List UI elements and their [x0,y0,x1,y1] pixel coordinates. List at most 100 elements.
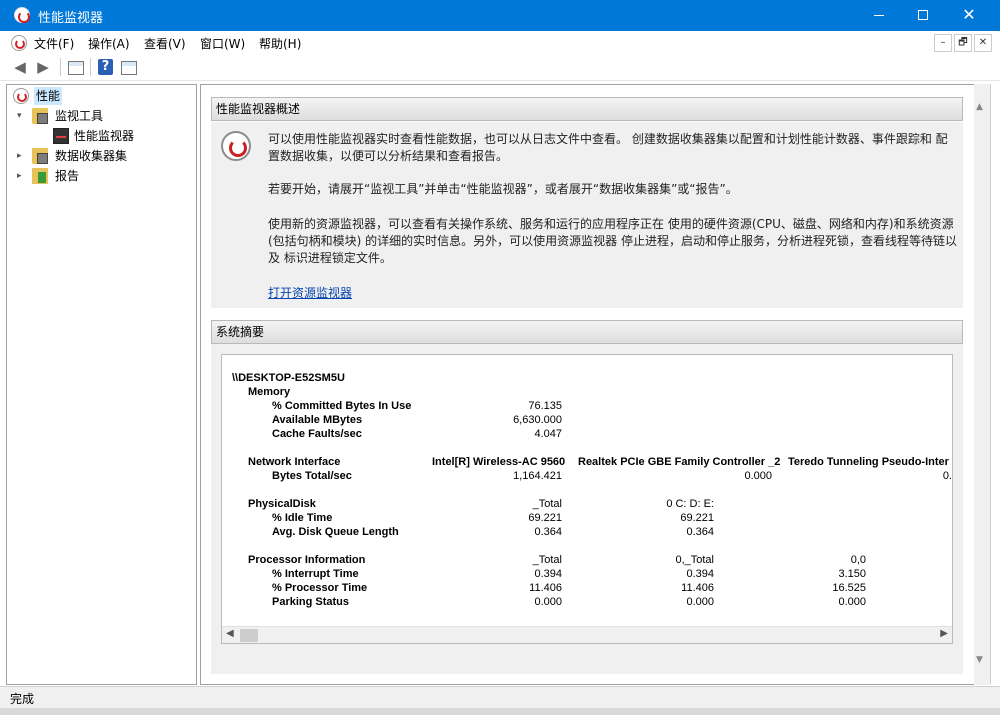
mdi-system-menu-icon[interactable] [11,35,27,51]
counter-value: 69.221 [528,512,562,524]
menu-view[interactable]: 查看(V) [144,35,186,52]
counter-value: 4.047 [534,428,562,440]
status-bar: 完成 [0,686,1000,708]
overview-body: 可以使用性能监视器实时查看性能数据，也可以从日志文件中查看。 创建数据收集器集以… [211,122,963,308]
instance-header: Teredo Tunneling Pseudo-Inter [788,456,949,468]
counter-value: 0.364 [534,526,562,538]
system-summary-table: \\DESKTOP-E52SM5U Memory % Committed Byt… [221,354,953,644]
toolbar-separator [60,58,61,76]
counter-value: 0.394 [534,568,562,580]
tree-item-label: 数据收集器集 [55,149,128,163]
menu-help[interactable]: 帮助(H) [259,35,301,52]
counter-name: Cache Faults/sec [272,428,362,440]
counter-value: 11.406 [681,582,714,594]
summary-body: \\DESKTOP-E52SM5U Memory % Committed Byt… [211,344,963,674]
processor-object: Processor Information [248,554,366,566]
counter-name: Parking Status [272,596,350,608]
status-text: 完成 [10,692,35,706]
chevron-right-icon[interactable]: ▸ [17,167,27,185]
counter-value: 0.000 [744,470,772,482]
instance-header: Intel[R] Wireless-AC 9560 [432,456,566,468]
help-icon[interactable]: ? [98,59,113,75]
overview-paragraph-2: 若要开始，请展开“监视工具”并单击“性能监视器”，或者展开“数据收集器集”或“报… [268,182,738,196]
chevron-down-icon[interactable]: ▾ [17,107,27,125]
mdi-restore-button[interactable]: 🗗 [954,34,972,52]
counter-name: Bytes Total/sec [272,470,352,482]
scrollbar-thumb[interactable] [240,629,258,642]
counter-value: 0.000 [686,596,714,608]
console-tree-icon[interactable] [68,61,84,75]
machine-name: \\DESKTOP-E52SM5U [232,372,345,384]
counter-name: Avg. Disk Queue Length [272,526,399,538]
properties-icon[interactable] [121,61,137,75]
minimize-button[interactable] [856,0,902,31]
details-pane: 性能监视器概述 可以使用性能监视器实时查看性能数据，也可以从日志文件中查看。 创… [200,84,990,685]
arrow-right-icon[interactable]: ▶ [33,58,53,76]
tree-item-label: 报告 [55,169,80,183]
counter-name: % Committed Bytes In Use [272,400,412,412]
counter-value: 1,164.421 [513,470,562,482]
counter-name: % Interrupt Time [272,568,359,580]
counter-value: 11.406 [529,582,562,594]
tree-item-label: 监视工具 [55,109,104,123]
performance-monitor-app-icon[interactable] [14,7,30,23]
title-bar: 性能监视器 ✕ [0,0,1000,31]
folder-icon [32,108,48,124]
instance-header: 0,_Total [675,554,714,566]
mdi-minimize-button[interactable]: – [934,34,952,52]
scroll-left-icon[interactable]: ◀ [226,628,234,639]
counter-value: 0.000 [838,596,866,608]
counter-name: Available MBytes [272,414,363,426]
network-object: Network Interface [248,456,341,468]
overview-header[interactable]: 性能监视器概述 [211,97,963,121]
maximize-button[interactable] [900,0,946,31]
toolbar-separator [90,58,91,76]
counter-name: % Idle Time [272,512,333,524]
counter-value: 76.135 [528,400,562,412]
counter-value: 0.364 [686,526,714,538]
menu-bar: 文件(F) 操作(A) 查看(V) 窗口(W) 帮助(H) [0,31,1000,54]
scroll-right-icon[interactable]: ▶ [940,628,948,639]
counter-value: 0. [942,470,952,482]
report-icon [32,168,48,184]
menu-window[interactable]: 窗口(W) [200,35,245,52]
counter-value: 0.000 [534,596,562,608]
mdi-close-button[interactable]: ✕ [974,34,992,52]
close-button[interactable]: ✕ [946,0,992,31]
tree-item-label: 性能监视器 [74,129,135,143]
background-window-edge [990,84,1000,684]
overview-paragraph-1: 可以使用性能监视器实时查看性能数据，也可以从日志文件中查看。 创建数据收集器集以… [268,132,948,163]
instance-header: 0 C: D: E: [666,498,714,510]
menu-action[interactable]: 操作(A) [88,35,130,52]
horizontal-scrollbar[interactable]: ◀ ▶ [222,626,952,643]
folder-icon [32,148,48,164]
instance-header: _Total [532,554,562,566]
arrow-left-icon[interactable]: ◀ [10,58,30,76]
scroll-down-icon[interactable]: ▼ [976,655,983,665]
counter-value: 69.221 [680,512,714,524]
menu-file[interactable]: 文件(F) [34,35,74,52]
instance-header: Realtek PCIe GBE Family Controller _2 [578,456,781,468]
instance-header: 0,0 [850,554,866,566]
counter-value: 16.525 [832,582,866,594]
counter-value: 6,630.000 [513,414,562,426]
scroll-up-icon[interactable]: ▲ [976,102,983,112]
counter-name: % Processor Time [272,582,368,594]
vertical-scrollbar[interactable]: ▲ ▼ [974,84,990,685]
performance-icon [13,88,29,104]
desktop-strip [0,708,1000,715]
counter-value: 0.394 [686,568,714,580]
chevron-right-icon[interactable]: ▸ [17,147,27,165]
toolbar: ◀ ▶ ? [0,54,1000,81]
memory-object: Memory [248,386,291,398]
overview-paragraph-3: 使用新的资源监视器，可以查看有关操作系统、服务和运行的应用程序正在 使用的硬件资… [268,217,957,265]
tree-item-label: 性能 [34,87,63,105]
physicaldisk-object: PhysicalDisk [248,498,316,510]
window-title: 性能监视器 [38,11,104,26]
open-resource-monitor-link[interactable]: 打开资源监视器 [268,284,352,301]
instance-header: _Total [532,498,562,510]
counter-value: 3.150 [838,568,866,580]
console-tree: 性能 ▾ 监视工具 性能监视器 ▸ 数据收集器集 ▸ 报告 [6,84,197,685]
monitor-chart-icon [53,128,69,144]
summary-header[interactable]: 系统摘要 [211,320,963,344]
